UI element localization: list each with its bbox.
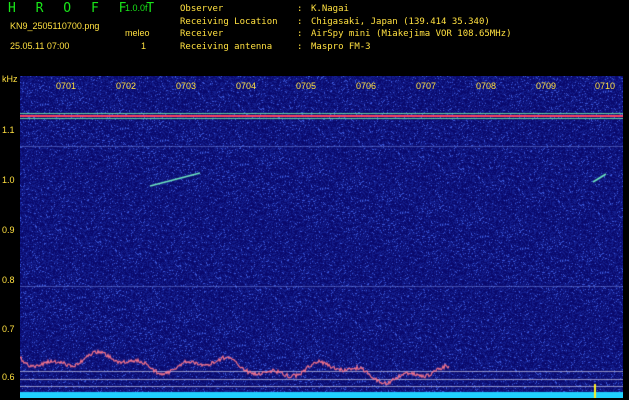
count-label: 1 <box>141 41 147 51</box>
x-tick-0709: 0709 <box>536 81 557 91</box>
x-tick-0705: 0705 <box>296 81 317 91</box>
version-label: 1.0.0f <box>125 3 148 13</box>
y-tick-0-8: 0.8 <box>2 275 15 285</box>
y-tick-1-0: 1.0 <box>2 175 15 185</box>
spectrogram-canvas <box>20 76 623 398</box>
datetime-label: 25.05.11 07:00 <box>10 41 70 51</box>
x-tick-0710: 0710 <box>595 81 616 91</box>
meleo-label: meleo <box>125 28 150 38</box>
y-tick-0-6: 0.6 <box>2 372 15 382</box>
filename-label: KN9_2505110700.png <box>10 21 100 31</box>
x-tick-0701: 0701 <box>56 81 77 91</box>
x-tick-0703: 0703 <box>176 81 197 91</box>
spectrogram-plot <box>20 76 623 398</box>
x-tick-0704: 0704 <box>236 81 257 91</box>
info-row-receiver: Receiver: AirSpy mini (Miakejima VOR 108.… <box>180 29 512 39</box>
header-panel: H R O F F T 1.0.0f KN9_2505110700.png me… <box>0 0 629 72</box>
y-unit-label: kHz <box>2 74 18 84</box>
x-tick-0708: 0708 <box>476 81 497 91</box>
y-tick-1-1: 1.1 <box>2 125 15 135</box>
info-row-observer: Observer: K.Nagai <box>180 4 349 14</box>
y-tick-0-7: 0.7 <box>2 324 15 334</box>
info-row-antenna: Receiving antenna: Maspro FM-3 <box>180 41 371 52</box>
x-tick-0707: 0707 <box>416 81 437 91</box>
station-info: Observer: K.Nagai Receiving Location: Chig… <box>180 3 511 53</box>
y-tick-0-9: 0.9 <box>2 225 15 235</box>
x-tick-0706: 0706 <box>356 81 377 91</box>
info-row-location: Receiving Location: Chigasaki, Japan (139… <box>180 16 490 27</box>
x-tick-0702: 0702 <box>116 81 137 91</box>
